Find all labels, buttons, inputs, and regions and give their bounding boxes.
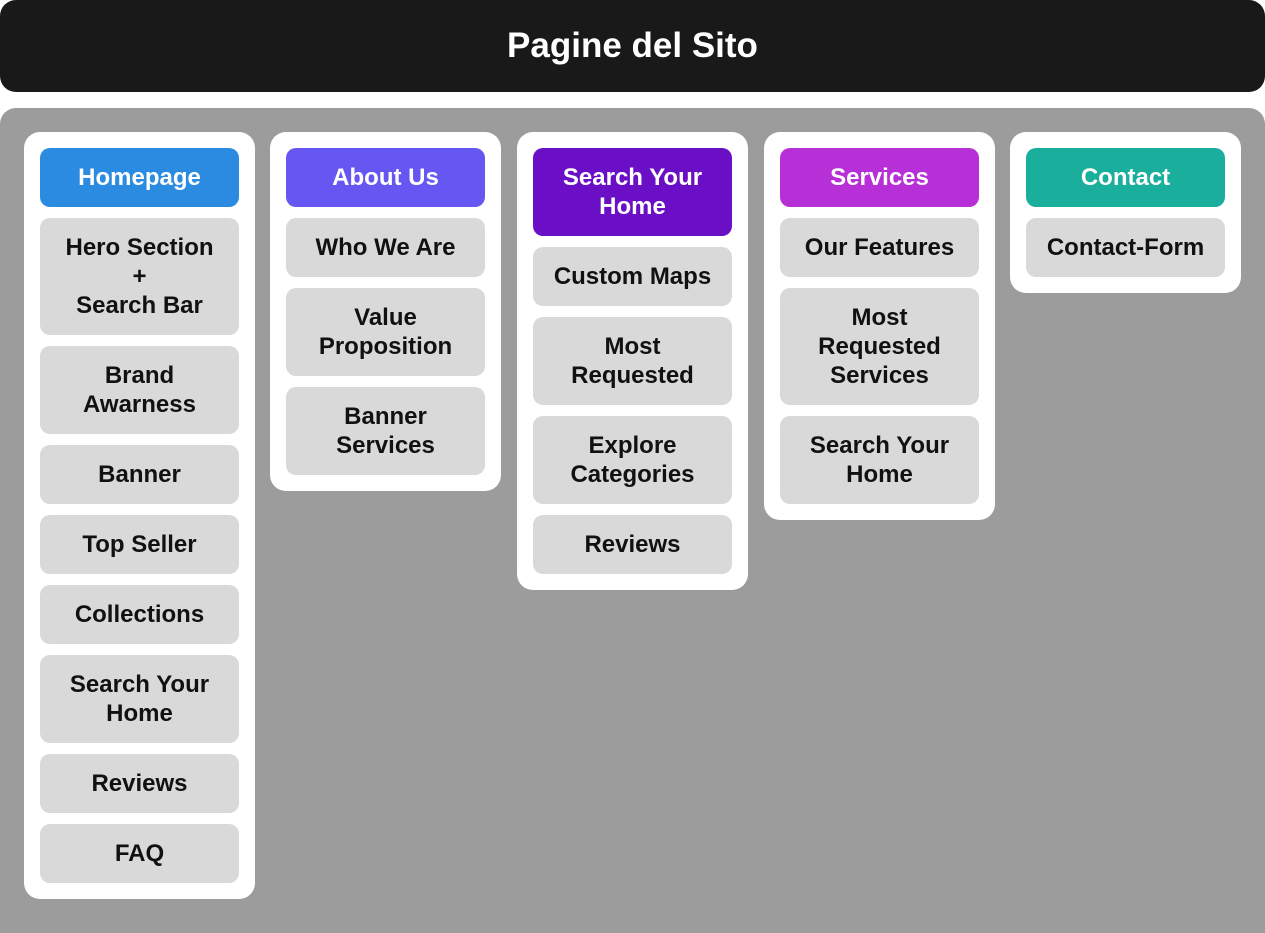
page-section-item: Hero Section + Search Bar — [40, 218, 239, 335]
column-header-homepage: Homepage — [40, 148, 239, 207]
page-section-item: Value Proposition — [286, 288, 485, 376]
page-section-item: Search Your Home — [780, 416, 979, 504]
column-services: Services Our Features Most Requested Ser… — [764, 132, 995, 520]
page-section-item: Banner Services — [286, 387, 485, 475]
column-contact: Contact Contact-Form — [1010, 132, 1241, 293]
page-section-item: Contact-Form — [1026, 218, 1225, 277]
page-section-item: Our Features — [780, 218, 979, 277]
sitemap-board: Homepage Hero Section + Search Bar Brand… — [0, 108, 1265, 933]
column-header-contact: Contact — [1026, 148, 1225, 207]
page-section-item: FAQ — [40, 824, 239, 883]
page-section-item: Explore Categories — [533, 416, 732, 504]
page-section-item: Who We Are — [286, 218, 485, 277]
page-section-item: Reviews — [40, 754, 239, 813]
page-title: Pagine del Sito — [507, 26, 758, 65]
page-section-item: Search Your Home — [40, 655, 239, 743]
column-header-search-your-home: Search Your Home — [533, 148, 732, 236]
page-section-item: Most Requested — [533, 317, 732, 405]
page-section-item: Top Seller — [40, 515, 239, 574]
column-header-services: Services — [780, 148, 979, 207]
column-header-about-us: About Us — [286, 148, 485, 207]
page-section-item: Banner — [40, 445, 239, 504]
page-section-item: Custom Maps — [533, 247, 732, 306]
column-about-us: About Us Who We Are Value Proposition Ba… — [270, 132, 501, 491]
page-section-item: Most Requested Services — [780, 288, 979, 405]
page-section-item: Reviews — [533, 515, 732, 574]
page-section-item: Collections — [40, 585, 239, 644]
column-homepage: Homepage Hero Section + Search Bar Brand… — [24, 132, 255, 899]
title-bar: Pagine del Sito — [0, 0, 1265, 92]
column-search-your-home: Search Your Home Custom Maps Most Reques… — [517, 132, 748, 590]
page-section-item: Brand Awarness — [40, 346, 239, 434]
